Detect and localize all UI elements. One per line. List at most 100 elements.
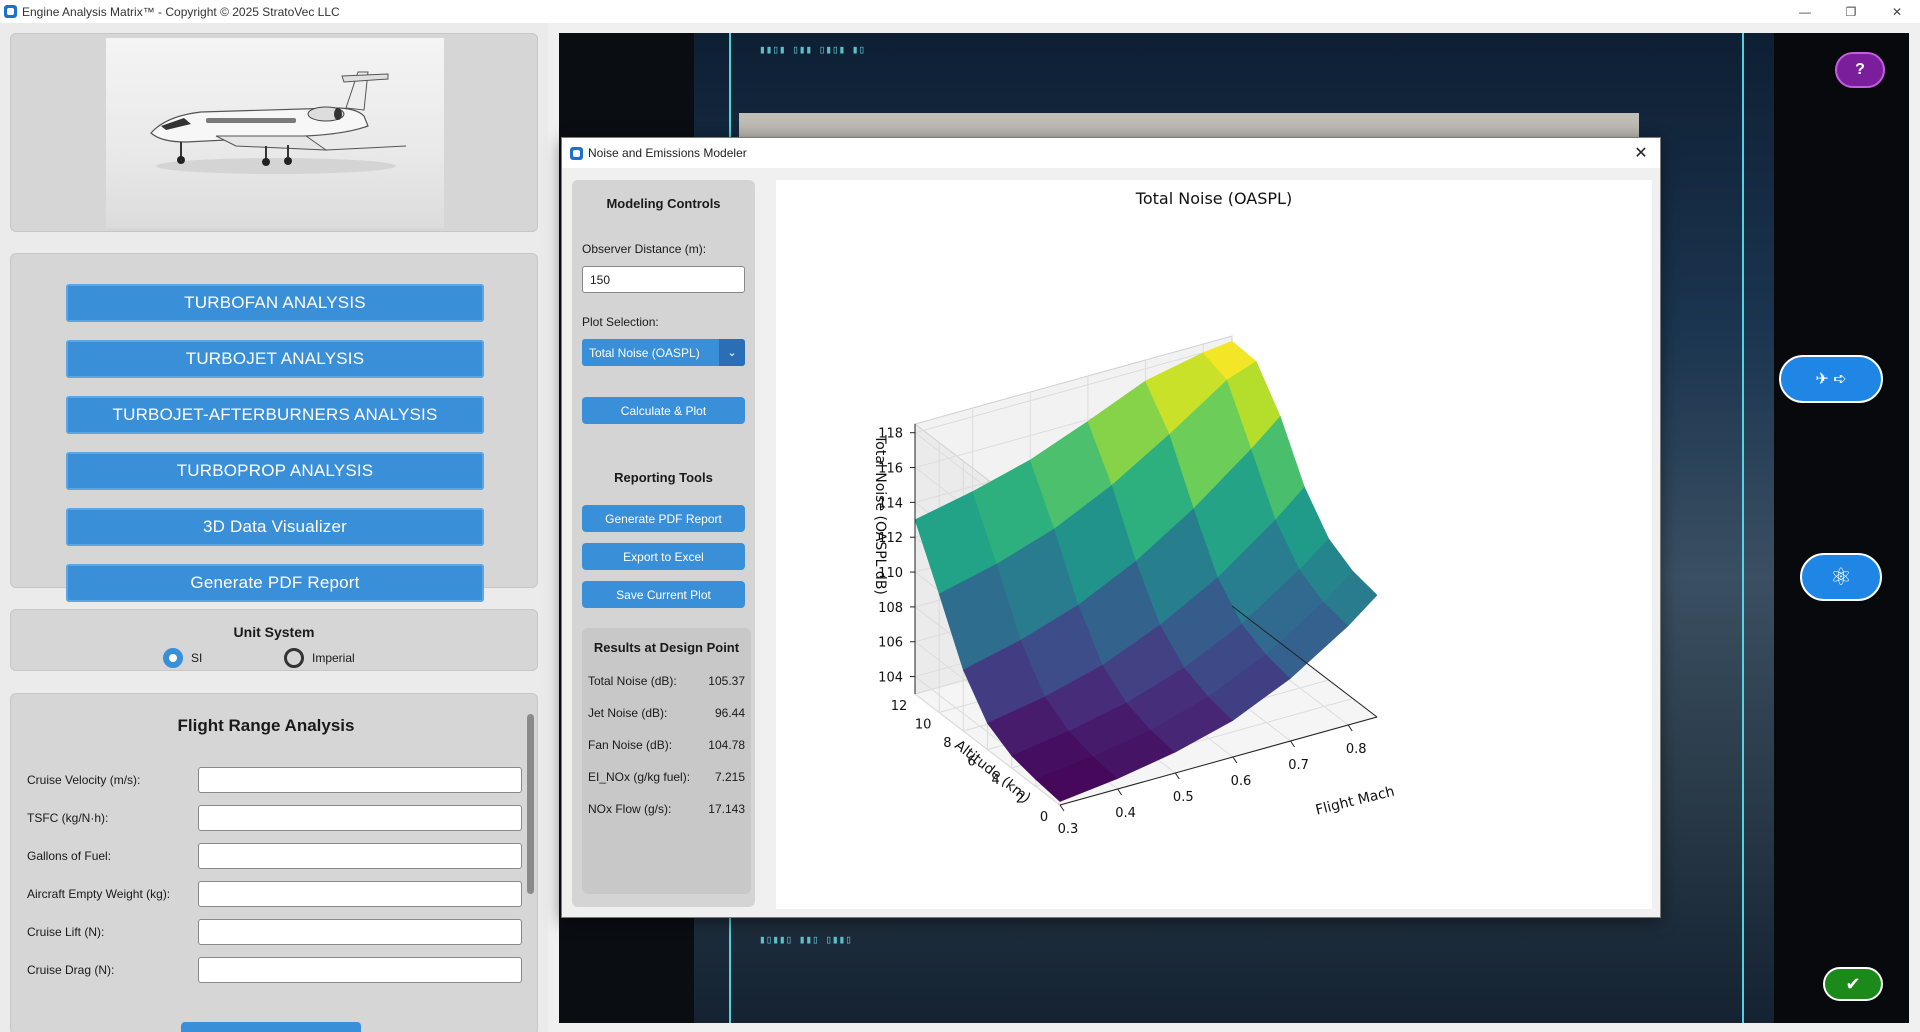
result-row: Total Noise (dB): 105.37 [588,674,745,688]
x-tick-label: 0.5 [1173,790,1194,805]
modeling-controls-heading: Modeling Controls [606,196,721,211]
empty-weight-row: Aircraft Empty Weight (kg): [27,880,522,908]
aircraft-image [106,38,444,228]
nox-flow-value: 17.143 [708,802,745,816]
tsfc-input[interactable] [198,805,522,831]
ei-nox-value: 7.215 [714,770,745,784]
x-tick [1059,804,1065,812]
x-tick-label: 0.7 [1288,758,1309,773]
y-tick-label: 10 [915,718,932,733]
help-button[interactable]: ? [1835,52,1885,88]
plot-canvas[interactable]: 0.3 0.4 0.5 0.6 0.7 0.8 0 2 4 6 8 10 12 104 106 108 110 1… [776,180,1652,909]
dialog-close-button[interactable]: ✕ [1630,142,1652,164]
hud-readout: ▮▯▮▮▯ ▮▮▯ ▯▮▮▯ [759,933,852,946]
x-tick [1174,772,1180,780]
y-tick-label: 0 [1040,810,1048,825]
unit-system-title: Unit System [233,624,315,640]
generate-pdf-report-button[interactable]: Generate PDF Report [582,505,745,532]
noise-emissions-dialog: Noise and Emissions Modeler ✕ Modeling C… [561,137,1661,918]
calculate-range-button[interactable] [181,1022,361,1032]
plot-selection-label: Plot Selection: [582,315,659,329]
x-tick [1117,788,1123,796]
cruise-drag-input[interactable] [198,957,522,983]
plot-selection-value: Total Noise (OASPL) [589,345,700,360]
plot-selection-dropdown[interactable]: Total Noise (OASPL) ⌄ [582,339,745,366]
observer-distance-input[interactable]: 150 [582,266,745,293]
unit-radio-si[interactable]: SI [163,648,202,668]
gallons-fuel-input[interactable] [198,843,522,869]
ei-nox-label: EI_NOx (g/kg fuel): [588,770,691,784]
atom-icon[interactable]: ⚛ [1800,553,1882,601]
cruise-drag-row: Cruise Drag (N): [27,956,522,984]
fan-noise-value: 104.78 [708,738,745,752]
flight-range-panel: Flight Range Analysis Cruise Velocity (m… [10,693,538,1032]
turbojet-analysis-button[interactable]: TURBOJET ANALYSIS [66,340,484,378]
dialog-title: Noise and Emissions Modeler [588,146,747,160]
dialog-titlebar: Noise and Emissions Modeler ✕ [562,138,1660,168]
calculate-plot-button[interactable]: Calculate & Plot [582,397,745,424]
result-row: Jet Noise (dB): 96.44 [588,706,745,720]
unit-system-panel: Unit System SI Imperial [10,609,538,671]
z-tick-label: 108 [878,601,903,616]
background-right-band [1774,33,1909,1023]
export-excel-button[interactable]: Export to Excel [582,543,745,570]
left-sidebar: TURBOFAN ANALYSIS TURBOJET ANALYSIS TURB… [0,23,548,1032]
cruise-lift-label: Cruise Lift (N): [27,925,105,939]
gallons-fuel-label: Gallons of Fuel: [27,849,112,863]
y-tick-label: 8 [943,736,951,751]
turbojet-afterburners-analysis-button[interactable]: TURBOJET-AFTERBURNERS ANALYSIS [66,396,484,434]
minimize-button[interactable]: — [1782,0,1828,23]
empty-weight-label: Aircraft Empty Weight (kg): [27,887,171,901]
z-tick-label: 106 [878,636,903,651]
x-tick [1290,740,1295,748]
window-controls: — ❐ ✕ [1782,0,1920,23]
confirm-button[interactable]: ✔ [1823,967,1883,1001]
chart-title: Total Noise (OASPL) [1135,189,1292,208]
x-tick [1232,756,1238,764]
z-tick-label: 104 [878,671,903,686]
cruise-velocity-label: Cruise Velocity (m/s): [27,773,141,787]
cruise-velocity-row: Cruise Velocity (m/s): [27,766,522,794]
empty-weight-input[interactable] [198,881,522,907]
total-noise-value: 105.37 [708,674,745,688]
unit-radio-imperial-label: Imperial [312,651,355,665]
total-noise-label: Total Noise (dB): [588,674,677,688]
app-titlebar: Engine Analysis Matrix™ - Copyright © 20… [0,0,1920,23]
unit-radio-si-label: SI [191,651,203,665]
flight-range-title: Flight Range Analysis [177,716,355,735]
flight-mode-button[interactable]: ✈ ➪ [1779,355,1883,403]
y-tick-label: 12 [891,699,908,714]
results-panel: Results at Design Point Total Noise (dB)… [582,628,751,894]
cruise-velocity-input[interactable] [198,767,522,793]
maximize-button[interactable]: ❐ [1828,0,1874,23]
observer-distance-label: Observer Distance (m): [582,242,707,256]
jet-noise-label: Jet Noise (dB): [588,706,668,720]
app-icon [4,5,17,18]
dialog-app-icon [570,146,583,160]
jet-noise-value: 96.44 [714,706,745,720]
x-tick-label: 0.4 [1115,806,1136,821]
turbofan-analysis-button[interactable]: TURBOFAN ANALYSIS [66,284,484,322]
cruise-lift-input[interactable] [198,919,522,945]
generate-pdf-report-button[interactable]: Generate PDF Report [66,564,484,602]
radio-unselected-icon [284,648,304,668]
tsfc-label: TSFC (kg/N·h): [27,811,109,825]
x-tick-label: 0.8 [1346,742,1367,757]
modeling-controls-panel: Modeling Controls Observer Distance (m):… [572,180,755,907]
x-axis-label: Flight Mach [1314,784,1396,819]
3d-data-visualizer-button[interactable]: 3D Data Visualizer [66,508,484,546]
save-current-plot-button[interactable]: Save Current Plot [582,581,745,608]
hud-readout: ▮▮▯▮ ▯▮▮ ▯▮▯▮ ▮▯ [759,43,865,56]
tsfc-row: TSFC (kg/N·h): [27,804,522,832]
x-tick-label: 0.6 [1231,774,1252,789]
unit-radio-imperial[interactable]: Imperial [284,648,355,668]
x-tick [1347,724,1353,732]
z-axis-label: Total Noise (OASPL dB) [872,434,888,595]
flight-range-scrollbar[interactable] [527,714,534,894]
radio-selected-icon [163,648,183,668]
app-title: Engine Analysis Matrix™ - Copyright © 20… [22,4,340,19]
chevron-down-icon[interactable]: ⌄ [719,339,745,366]
close-button[interactable]: ✕ [1874,0,1920,23]
turboprop-analysis-button[interactable]: TURBOPROP ANALYSIS [66,452,484,490]
results-title: Results at Design Point [593,640,740,655]
